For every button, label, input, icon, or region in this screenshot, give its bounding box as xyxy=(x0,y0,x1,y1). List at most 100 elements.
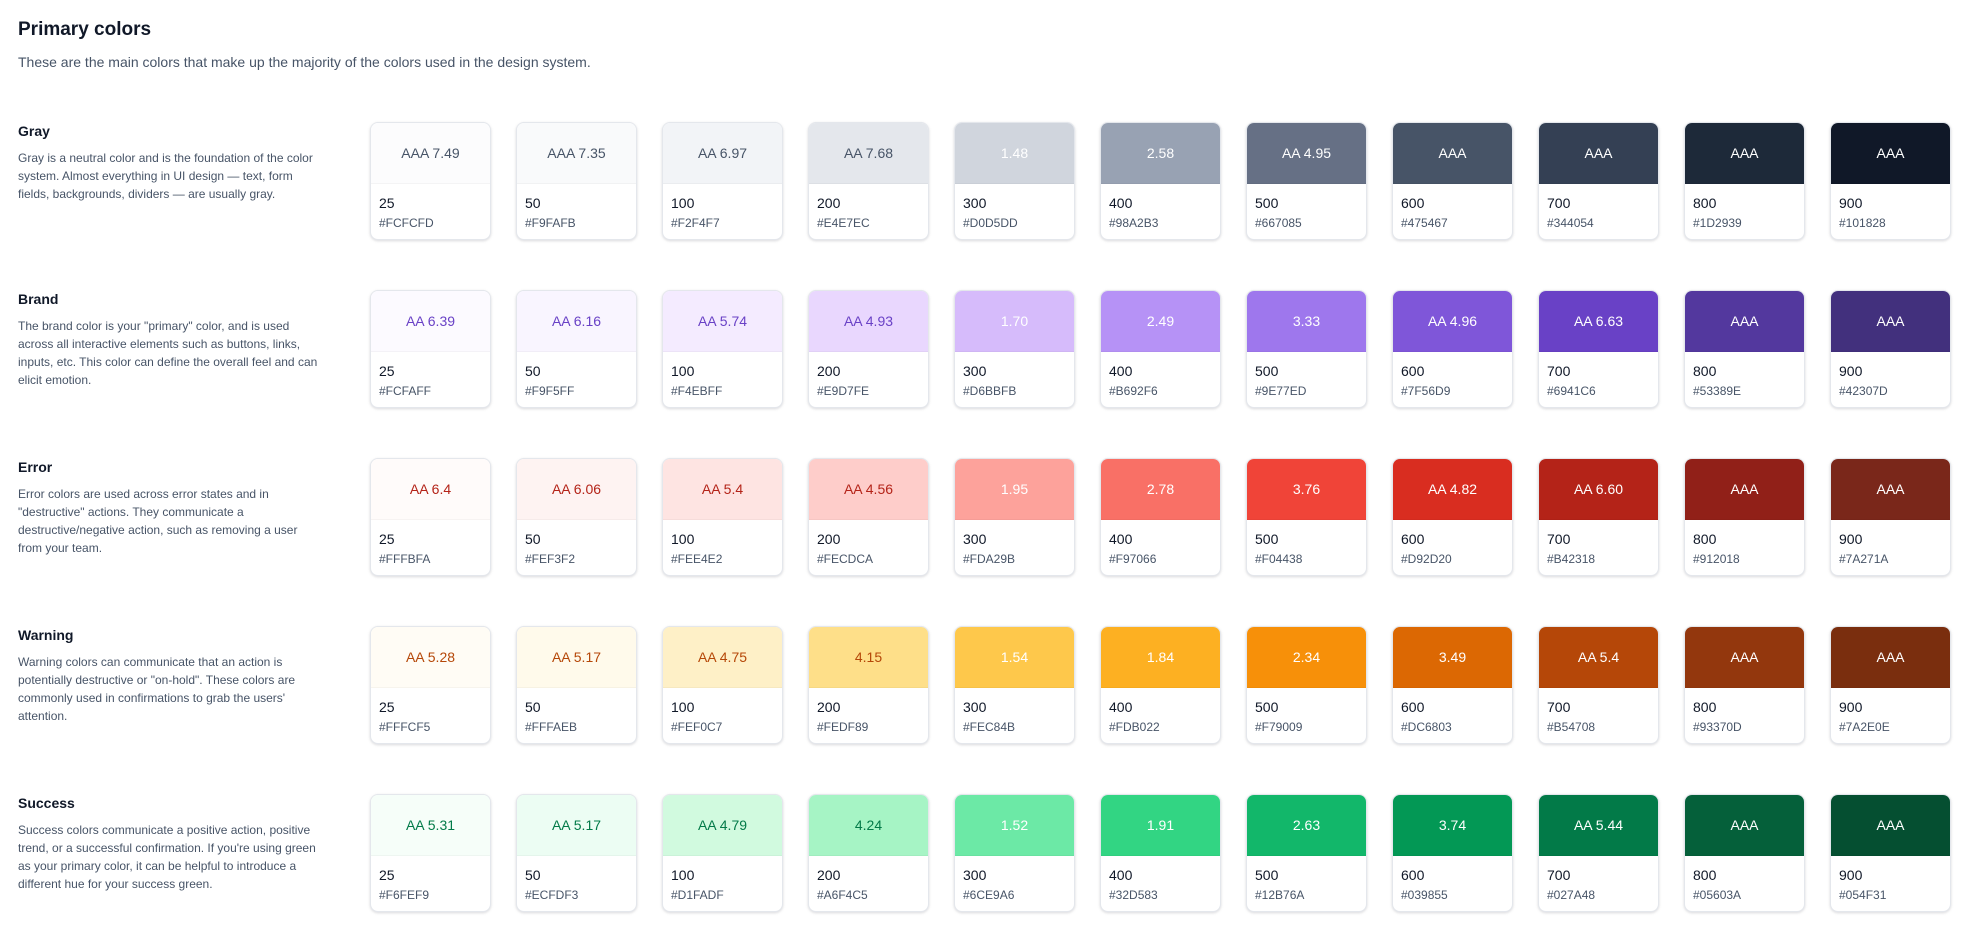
swatch-step: 100 xyxy=(671,531,695,547)
color-swatch-success-300[interactable]: 1.52 300 #6CE9A6 xyxy=(954,794,1075,912)
swatch-color-preview: AA 4.93 xyxy=(809,291,928,352)
color-swatch-gray-50[interactable]: AAA 7.35 50 #F9FAFB xyxy=(516,122,637,240)
color-swatch-warning-700[interactable]: AA 5.4 700 #B54708 xyxy=(1538,626,1659,744)
color-swatch-brand-300[interactable]: 1.70 300 #D6BBFB xyxy=(954,290,1075,408)
swatch-hex-code: #42307D xyxy=(1839,384,1888,398)
swatch-color-preview: 3.49 xyxy=(1393,627,1512,688)
contrast-rating: 4.24 xyxy=(854,817,883,833)
swatch-step: 700 xyxy=(1547,867,1571,883)
color-swatch-brand-900[interactable]: AAA 900 #42307D xyxy=(1830,290,1951,408)
swatch-step: 100 xyxy=(671,699,695,715)
color-swatch-warning-400[interactable]: 1.84 400 #FDB022 xyxy=(1100,626,1221,744)
color-swatch-gray-600[interactable]: AAA 600 #475467 xyxy=(1392,122,1513,240)
color-swatch-brand-25[interactable]: AA 6.39 25 #FCFAFF xyxy=(370,290,491,408)
swatch-step: 400 xyxy=(1109,699,1133,715)
color-swatch-gray-25[interactable]: AAA 7.49 25 #FCFCFD xyxy=(370,122,491,240)
contrast-rating: 1.70 xyxy=(1000,313,1029,329)
contrast-rating: AA 5.17 xyxy=(551,649,602,665)
color-group-gray: Gray Gray is a neutral color and is the f… xyxy=(0,122,1972,247)
color-swatch-warning-25[interactable]: AA 5.28 25 #FFFCF5 xyxy=(370,626,491,744)
swatch-color-preview: 4.15 xyxy=(809,627,928,688)
color-swatch-success-600[interactable]: 3.74 600 #039855 xyxy=(1392,794,1513,912)
swatch-hex-code: #A6F4C5 xyxy=(817,888,868,902)
swatch-step: 300 xyxy=(963,867,987,883)
color-swatch-gray-800[interactable]: AAA 800 #1D2939 xyxy=(1684,122,1805,240)
contrast-rating: AAA xyxy=(1876,649,1905,665)
color-swatch-gray-400[interactable]: 2.58 400 #98A2B3 xyxy=(1100,122,1221,240)
swatch-step: 200 xyxy=(817,867,841,883)
color-group-description: Success colors communicate a positive ac… xyxy=(18,823,316,891)
color-swatch-error-800[interactable]: AAA 800 #912018 xyxy=(1684,458,1805,576)
contrast-rating: 2.58 xyxy=(1146,145,1175,161)
color-swatch-success-700[interactable]: AA 5.44 700 #027A48 xyxy=(1538,794,1659,912)
swatch-meta: 300 #FEC84B xyxy=(955,688,1074,735)
swatch-color-preview: AA 5.31 xyxy=(371,795,490,856)
contrast-rating: 2.63 xyxy=(1292,817,1321,833)
color-swatch-brand-200[interactable]: AA 4.93 200 #E9D7FE xyxy=(808,290,929,408)
contrast-rating: 1.52 xyxy=(1000,817,1029,833)
color-swatch-success-800[interactable]: AAA 800 #05603A xyxy=(1684,794,1805,912)
color-swatch-gray-300[interactable]: 1.48 300 #D0D5DD xyxy=(954,122,1075,240)
color-swatch-error-900[interactable]: AAA 900 #7A271A xyxy=(1830,458,1951,576)
contrast-rating: 1.95 xyxy=(1000,481,1029,497)
color-swatch-warning-500[interactable]: 2.34 500 #F79009 xyxy=(1246,626,1367,744)
color-swatch-warning-900[interactable]: AAA 900 #7A2E0E xyxy=(1830,626,1951,744)
color-swatch-gray-100[interactable]: AA 6.97 100 #F2F4F7 xyxy=(662,122,783,240)
swatch-meta: 100 #FEF0C7 xyxy=(663,688,782,735)
swatch-meta: 900 #054F31 xyxy=(1831,856,1950,903)
swatch-step: 25 xyxy=(379,867,395,883)
swatch-meta: 600 #039855 xyxy=(1393,856,1512,903)
color-swatch-gray-900[interactable]: AAA 900 #101828 xyxy=(1830,122,1951,240)
color-swatch-error-400[interactable]: 2.78 400 #F97066 xyxy=(1100,458,1221,576)
color-swatch-error-100[interactable]: AA 5.4 100 #FEE4E2 xyxy=(662,458,783,576)
swatch-color-preview: AA 4.96 xyxy=(1393,291,1512,352)
color-swatch-error-50[interactable]: AA 6.06 50 #FEF3F2 xyxy=(516,458,637,576)
color-swatch-brand-600[interactable]: AA 4.96 600 #7F56D9 xyxy=(1392,290,1513,408)
color-swatch-gray-500[interactable]: AA 4.95 500 #667085 xyxy=(1246,122,1367,240)
color-swatch-success-25[interactable]: AA 5.31 25 #F6FEF9 xyxy=(370,794,491,912)
color-swatch-brand-100[interactable]: AA 5.74 100 #F4EBFF xyxy=(662,290,783,408)
contrast-rating: AAA xyxy=(1876,145,1905,161)
color-swatch-success-200[interactable]: 4.24 200 #A6F4C5 xyxy=(808,794,929,912)
color-swatch-error-600[interactable]: AA 4.82 600 #D92D20 xyxy=(1392,458,1513,576)
color-swatch-warning-100[interactable]: AA 4.75 100 #FEF0C7 xyxy=(662,626,783,744)
swatch-hex-code: #FEC84B xyxy=(963,720,1016,734)
color-swatch-brand-500[interactable]: 3.33 500 #9E77ED xyxy=(1246,290,1367,408)
color-group-description: Error colors are used across error state… xyxy=(18,487,298,555)
color-swatch-success-50[interactable]: AA 5.17 50 #ECFDF3 xyxy=(516,794,637,912)
color-swatch-brand-400[interactable]: 2.49 400 #B692F6 xyxy=(1100,290,1221,408)
color-swatch-error-200[interactable]: AA 4.56 200 #FECDCA xyxy=(808,458,929,576)
swatch-hex-code: #475467 xyxy=(1401,216,1448,230)
color-swatch-success-400[interactable]: 1.91 400 #32D583 xyxy=(1100,794,1221,912)
swatch-hex-code: #6941C6 xyxy=(1547,384,1596,398)
color-swatch-brand-700[interactable]: AA 6.63 700 #6941C6 xyxy=(1538,290,1659,408)
color-swatch-warning-300[interactable]: 1.54 300 #FEC84B xyxy=(954,626,1075,744)
swatch-color-preview: AAA xyxy=(1685,123,1804,184)
swatch-meta: 50 #FEF3F2 xyxy=(517,520,636,567)
color-swatch-error-500[interactable]: 3.76 500 #F04438 xyxy=(1246,458,1367,576)
swatch-color-preview: AAA xyxy=(1831,627,1950,688)
contrast-rating: 4.15 xyxy=(854,649,883,665)
contrast-rating: 1.91 xyxy=(1146,817,1175,833)
swatch-hex-code: #F4EBFF xyxy=(671,384,723,398)
contrast-rating: AA 7.68 xyxy=(843,145,894,161)
swatch-step: 400 xyxy=(1109,867,1133,883)
color-swatch-success-500[interactable]: 2.63 500 #12B76A xyxy=(1246,794,1367,912)
swatch-color-preview: 3.76 xyxy=(1247,459,1366,520)
color-swatch-gray-700[interactable]: AAA 700 #344054 xyxy=(1538,122,1659,240)
color-swatch-gray-200[interactable]: AA 7.68 200 #E4E7EC xyxy=(808,122,929,240)
color-swatch-warning-600[interactable]: 3.49 600 #DC6803 xyxy=(1392,626,1513,744)
color-swatch-brand-50[interactable]: AA 6.16 50 #F9F5FF xyxy=(516,290,637,408)
color-swatch-error-700[interactable]: AA 6.60 700 #B42318 xyxy=(1538,458,1659,576)
color-swatch-brand-800[interactable]: AAA 800 #53389E xyxy=(1684,290,1805,408)
color-swatch-success-900[interactable]: AAA 900 #054F31 xyxy=(1830,794,1951,912)
color-group-success: Success Success colors communicate a posi… xyxy=(0,794,1972,919)
swatch-hex-code: #9E77ED xyxy=(1255,384,1307,398)
color-swatch-error-300[interactable]: 1.95 300 #FDA29B xyxy=(954,458,1075,576)
color-swatch-warning-800[interactable]: AAA 800 #93370D xyxy=(1684,626,1805,744)
swatch-step: 500 xyxy=(1255,363,1279,379)
color-swatch-warning-50[interactable]: AA 5.17 50 #FFFAEB xyxy=(516,626,637,744)
color-swatch-warning-200[interactable]: 4.15 200 #FEDF89 xyxy=(808,626,929,744)
color-swatch-success-100[interactable]: AA 4.79 100 #D1FADF xyxy=(662,794,783,912)
color-swatch-error-25[interactable]: AA 6.4 25 #FFFBFA xyxy=(370,458,491,576)
